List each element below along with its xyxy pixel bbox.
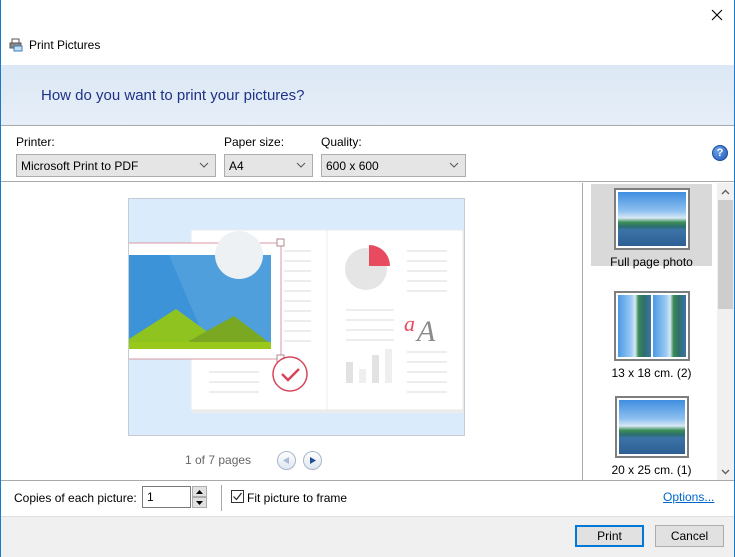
main-area: a A 1 of 7 pages Full page photo 13 x 18… bbox=[1, 183, 734, 480]
cancel-button[interactable]: Cancel bbox=[655, 525, 724, 547]
print-options-row: Printer: Microsoft Print to PDF Paper si… bbox=[1, 127, 734, 182]
dialog-footer: Print Cancel bbox=[1, 516, 734, 557]
next-page-button[interactable] bbox=[303, 451, 322, 470]
close-icon bbox=[711, 9, 723, 21]
svg-text:A: A bbox=[415, 315, 436, 348]
header-banner: How do you want to print your pictures? bbox=[1, 65, 734, 126]
landscape-photo-icon bbox=[618, 400, 685, 454]
page-indicator: 1 of 7 pages bbox=[185, 453, 252, 467]
print-preview-image: a A bbox=[128, 198, 465, 436]
portrait-photo-icon bbox=[652, 295, 686, 357]
decrement-button[interactable] bbox=[192, 497, 207, 508]
preview-illustration: a A bbox=[129, 229, 464, 413]
fit-picture-label[interactable]: Fit picture to frame bbox=[247, 491, 347, 505]
paper-size-label: Paper size: bbox=[224, 135, 285, 149]
layout-scrollbar[interactable] bbox=[717, 183, 734, 480]
checkmark-icon bbox=[233, 492, 242, 501]
layout-thumbnail bbox=[613, 291, 690, 361]
divider bbox=[221, 485, 222, 511]
copies-stepper[interactable] bbox=[192, 486, 207, 508]
preview-pane: a A 1 of 7 pages bbox=[1, 183, 583, 480]
page-heading: How do you want to print your pictures? bbox=[41, 87, 305, 104]
svg-text:a: a bbox=[404, 311, 415, 336]
caret-down-icon bbox=[196, 500, 203, 505]
printer-value: Microsoft Print to PDF bbox=[21, 158, 139, 173]
quality-value: 600 x 600 bbox=[326, 158, 379, 173]
print-pictures-dialog: Print Pictures How do you want to print … bbox=[0, 0, 735, 557]
previous-page-button[interactable] bbox=[277, 451, 296, 470]
options-link[interactable]: Options... bbox=[663, 490, 714, 504]
arrow-right-icon bbox=[310, 457, 316, 464]
close-button[interactable] bbox=[700, 0, 734, 30]
chevron-down-icon bbox=[199, 162, 209, 168]
layout-label: Full page photo bbox=[610, 255, 693, 269]
layout-thumbnail bbox=[613, 188, 690, 250]
landscape-photo-icon bbox=[617, 192, 686, 246]
copies-row: Copies of each picture: 1 Fit picture to… bbox=[1, 480, 734, 516]
layout-item-20x25[interactable]: 20 x 25 cm. (1) bbox=[591, 396, 712, 477]
layout-list: Full page photo 13 x 18 cm. (2) 20 x 25 … bbox=[584, 183, 717, 480]
layout-thumbnail bbox=[614, 396, 689, 458]
copies-label: Copies of each picture: bbox=[14, 491, 137, 505]
printer-label: Printer: bbox=[16, 135, 55, 149]
caret-up-icon bbox=[196, 489, 203, 494]
print-button[interactable]: Print bbox=[575, 525, 644, 547]
copies-input[interactable]: 1 bbox=[142, 486, 191, 508]
check-circle-graphic bbox=[272, 356, 308, 392]
fit-picture-checkbox[interactable] bbox=[231, 490, 244, 503]
layout-item-full-page-photo[interactable]: Full page photo bbox=[591, 184, 712, 269]
quality-label: Quality: bbox=[321, 135, 362, 149]
paper-size-value: A4 bbox=[229, 158, 244, 173]
chevron-down-icon bbox=[721, 469, 730, 474]
increment-button[interactable] bbox=[192, 486, 207, 497]
scroll-thumb[interactable] bbox=[718, 200, 733, 309]
paper-size-select[interactable]: A4 bbox=[224, 154, 313, 177]
layout-label: 20 x 25 cm. (1) bbox=[611, 463, 692, 477]
chevron-down-icon bbox=[296, 162, 306, 168]
help-icon[interactable]: ? bbox=[712, 145, 728, 161]
printer-select[interactable]: Microsoft Print to PDF bbox=[16, 154, 216, 177]
scroll-up-button[interactable] bbox=[717, 183, 734, 200]
title-bar: Print Pictures bbox=[9, 36, 100, 54]
chevron-down-icon bbox=[449, 162, 459, 168]
window-title: Print Pictures bbox=[29, 38, 101, 52]
arrow-left-icon bbox=[283, 457, 289, 464]
quality-select[interactable]: 600 x 600 bbox=[321, 154, 466, 177]
scroll-down-button[interactable] bbox=[717, 463, 734, 480]
chevron-up-icon bbox=[721, 189, 730, 194]
layout-item-13x18[interactable]: 13 x 18 cm. (2) bbox=[591, 291, 712, 380]
printer-icon bbox=[9, 38, 23, 52]
layout-label: 13 x 18 cm. (2) bbox=[611, 366, 692, 380]
portrait-photo-icon bbox=[617, 295, 651, 357]
